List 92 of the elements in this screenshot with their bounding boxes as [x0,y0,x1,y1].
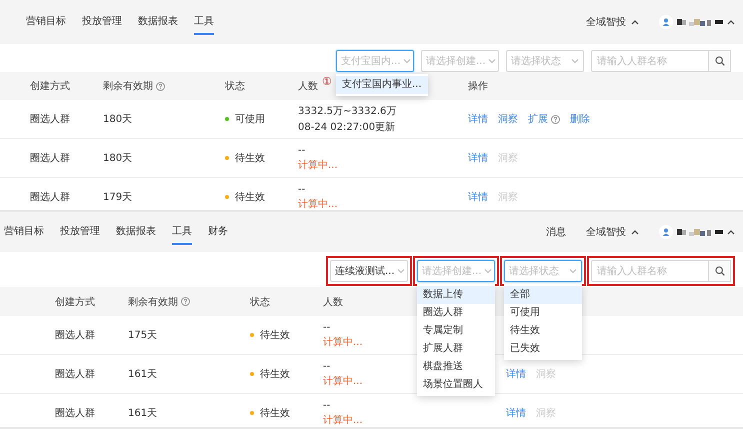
caret-icon [396,268,405,274]
action-link[interactable]: 详情 [468,190,488,204]
count-text: -- [323,400,330,410]
messages-link[interactable]: 消息 [546,225,566,239]
avatar-icon[interactable] [659,15,673,29]
menu-item[interactable]: 棋盘推送 [417,358,495,376]
search-button[interactable] [709,260,731,282]
menu-item[interactable]: 全部 [504,286,582,304]
menu-item[interactable]: 可使用 [504,304,582,322]
select-field[interactable]: 连续液测试... [330,260,408,282]
status-label: 可使用 [235,113,265,126]
caret-icon [727,19,735,25]
search-field[interactable]: 请输入人群名称 [591,50,709,72]
action-link[interactable]: 删除 [570,112,590,126]
column-header: 人数 [298,80,318,93]
status-label: 待生效 [260,328,290,342]
column-header: 操作 [468,80,488,93]
action-link[interactable]: 扩展 [528,112,548,126]
caret-icon [488,58,496,64]
nav-tab[interactable]: 营销目标 [26,9,66,35]
pending-label: 计算中... [323,414,363,426]
table-cell-text: 180天 [103,152,134,165]
column-header: 创建方式 [30,80,70,93]
column-header: 剩余有效期 [103,80,153,93]
menu-item[interactable]: 已失效 [504,340,582,358]
count-text: 08-24 02:27:00更新 [298,120,396,134]
caret-icon [569,268,577,274]
pixelated-name-drawing [677,227,723,237]
search-button[interactable] [709,50,731,72]
column-header: 剩余有效期 [128,296,178,308]
count-text: -- [323,322,330,332]
nav-tab[interactable]: 财务 [208,219,228,245]
status-label: 待生效 [260,406,290,420]
caret-icon [484,268,492,274]
menu-item[interactable]: 场景位置圈人 [417,376,495,394]
status-label: 待生效 [235,152,265,165]
step-marker: ① [322,76,332,88]
count-text: 3332.5万~3332.6万 [298,105,396,118]
nav-tab[interactable]: 营销目标 [4,219,44,245]
menu-item[interactable]: 支付宝国内事业... [336,76,428,94]
pending-label: 计算中... [323,336,363,348]
table-cell-text: 161天 [128,368,158,381]
status-label: 待生效 [235,190,265,204]
nav-tab[interactable]: 工具 [194,9,214,35]
pixelated-name-drawing [677,17,723,27]
column-header: 状态 [250,296,270,308]
column-header: 人数 [323,296,343,308]
status-label: 待生效 [260,368,290,381]
table-cell-text: 175天 [128,329,158,342]
count-text: -- [298,184,306,194]
count-text: -- [298,144,306,156]
caret-icon [631,229,639,235]
menu-item[interactable]: 待生效 [504,322,582,340]
action-link[interactable]: 详情 [468,151,488,165]
caret-icon [402,58,411,64]
action-link[interactable]: 洞察 [498,112,518,126]
caret-icon [727,229,735,235]
count-text: -- [323,360,330,372]
pending-label: 计算中... [298,158,338,172]
table-cell-text: 圈选人群 [55,406,96,420]
account-dropdown[interactable]: 全域智投 [586,15,639,29]
table-cell-text: 圈选人群 [55,328,96,342]
account-dropdown[interactable]: 全域智投 [586,225,639,239]
menu-item[interactable]: 数据上传 [417,286,495,304]
nav-tab[interactable]: 投放管理 [82,9,122,35]
menu-item[interactable]: 专属定制 [417,322,495,340]
menu-item[interactable]: 扩展人群 [417,340,495,358]
nav-tab[interactable]: 投放管理 [60,219,100,245]
table-cell-text: 圈选人群 [55,368,96,381]
table-cell-text: 179天 [103,191,134,204]
caret-icon [571,58,579,64]
action-link[interactable]: 详情 [506,367,526,381]
table-cell-text: 161天 [128,407,158,420]
pending-label: 计算中... [323,374,363,388]
nav-tab[interactable]: 工具 [172,219,192,245]
avatar-icon[interactable] [659,225,673,239]
table-cell-text: 圈选人群 [30,190,71,204]
nav-tab[interactable]: 数据报表 [138,9,178,35]
table-cell-text: 180天 [103,113,134,126]
action-link[interactable]: 详情 [468,112,488,126]
caret-icon [631,19,639,25]
search-icon [714,266,724,276]
pending-label: 计算中... [298,198,338,210]
search-field[interactable]: 请输入人群名称 [591,260,709,282]
nav-tab[interactable]: 数据报表 [116,219,156,245]
menu-item[interactable]: 圈选人群 [417,304,495,322]
table-cell-text: 圈选人群 [30,112,71,126]
column-header: 状态 [225,80,245,93]
column-header: 创建方式 [55,296,95,308]
table-cell-text: 圈选人群 [30,152,71,165]
action-link[interactable]: 详情 [506,406,526,420]
search-icon [714,56,724,66]
